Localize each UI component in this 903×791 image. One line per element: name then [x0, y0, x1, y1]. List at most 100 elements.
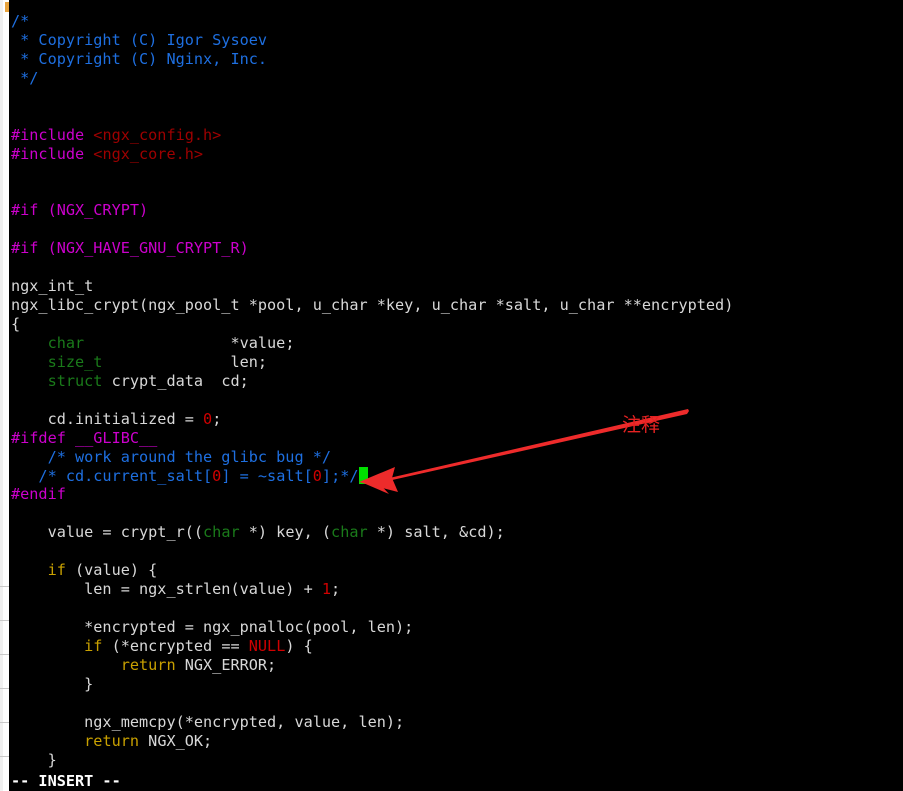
text-cursor [358, 466, 368, 484]
code-token-const: NULL [248, 636, 286, 655]
code-token-plain: } [11, 750, 57, 769]
code-line[interactable]: ngx_memcpy(*encrypted, value, len); [9, 713, 903, 732]
code-line[interactable]: ngx_int_t [9, 277, 903, 296]
page-edge-rule [0, 586, 9, 587]
code-token-plain: ; [331, 580, 341, 599]
code-line[interactable]: /* cd.current_salt[0] = ~salt[0];*/ [9, 466, 903, 486]
code-line[interactable] [9, 599, 903, 618]
code-token-type: struct [47, 371, 103, 390]
code-line[interactable]: return NGX_ERROR; [9, 656, 903, 675]
code-token-type: char [47, 333, 85, 352]
code-line[interactable]: { [9, 315, 903, 334]
code-line[interactable]: #if (NGX_HAVE_GNU_CRYPT_R) [9, 239, 903, 258]
code-line[interactable]: /* work around the glibc bug */ [9, 448, 903, 467]
code-token-stmt: return [120, 655, 176, 674]
code-token-comment: ] = ~salt[ [221, 466, 313, 485]
code-token-plain: NGX_OK; [139, 731, 213, 750]
code-line[interactable] [9, 164, 903, 183]
code-line[interactable] [9, 220, 903, 239]
code-line[interactable]: #include <ngx_core.h> [9, 145, 903, 164]
code-token-plain: value = crypt_r(( [11, 523, 204, 542]
vim-status-line: -- INSERT -- [9, 771, 903, 791]
code-token-type: char [331, 523, 368, 542]
code-line[interactable]: #if (NGX_CRYPT) [9, 201, 903, 220]
code-token-type: size_t [47, 352, 103, 371]
code-token-comment: /* cd.current_salt[ [11, 466, 213, 485]
code-line[interactable]: len = ngx_strlen(value) + 1; [9, 580, 903, 599]
code-token-stmt: return [84, 731, 140, 750]
code-token-prepro: #if (NGX_CRYPT) [11, 201, 149, 220]
code-line[interactable]: #endif [9, 485, 903, 504]
page-edge-rule [0, 654, 9, 655]
code-line[interactable]: ngx_libc_crypt(ngx_pool_t *pool, u_char … [9, 296, 903, 315]
code-token-plain: crypt_data cd; [102, 371, 249, 390]
page-edge-rule [0, 620, 9, 621]
code-token-comment: /* [11, 12, 30, 30]
code-token-plain: *encrypted = ngx_pnalloc(pool, len); [11, 618, 414, 636]
code-token-comment: ];*/ [321, 466, 359, 485]
code-token-plain: (value) { [65, 561, 158, 580]
code-token-plain: (*encrypted == [102, 636, 249, 655]
code-token-plain: ; [212, 409, 222, 428]
code-token-prepro: #endif [11, 485, 66, 504]
code-token-plain: { [11, 315, 21, 333]
code-token-number: 0 [203, 409, 213, 428]
code-token-plain: len; [102, 352, 268, 371]
code-line[interactable]: } [9, 751, 903, 770]
code-line[interactable]: * Copyright (C) Igor Sysoev [9, 31, 903, 50]
code-line[interactable]: } [9, 675, 903, 694]
code-token-plain: len = ngx_strlen(value) + [11, 580, 322, 599]
code-line[interactable]: #ifdef __GLIBC__ [9, 429, 903, 448]
code-token-plain: cd.initialized = [11, 409, 204, 428]
code-line[interactable]: char *value; [9, 334, 903, 353]
code-token-plain: ) { [285, 636, 313, 655]
code-line[interactable] [9, 391, 903, 410]
code-line[interactable] [9, 107, 903, 126]
code-line[interactable] [9, 542, 903, 561]
code-token-plain: *value; [84, 333, 295, 352]
annotation-label: 注释 [622, 414, 661, 436]
code-token-plain: ngx_libc_crypt(ngx_pool_t *pool, u_char … [11, 296, 734, 315]
code-token-plain: ngx_memcpy(*encrypted, value, len); [11, 712, 405, 731]
code-line[interactable]: * Copyright (C) Nginx, Inc. [9, 50, 903, 69]
code-token-string: <ngx_config.h> [93, 125, 222, 144]
code-line[interactable]: #include <ngx_config.h> [9, 126, 903, 145]
code-token-comment: /* work around the glibc bug */ [11, 447, 332, 466]
code-token-stmt: if [47, 561, 66, 580]
code-line[interactable] [9, 694, 903, 713]
code-line[interactable]: return NGX_OK; [9, 732, 903, 751]
code-line[interactable]: *encrypted = ngx_pnalloc(pool, len); [9, 618, 903, 637]
code-line[interactable]: value = crypt_r((char *) key, (char *) s… [9, 523, 903, 542]
code-token-comment: */ [11, 68, 39, 87]
code-line[interactable]: size_t len; [9, 353, 903, 372]
code-token-comment: * Copyright (C) Nginx, Inc. [11, 49, 268, 68]
code-buffer[interactable]: /* * Copyright (C) Igor Sysoev * Copyrig… [9, 12, 903, 770]
code-line[interactable]: if (*encrypted == NULL) { [9, 637, 903, 656]
vim-terminal-window[interactable]: /* * Copyright (C) Igor Sysoev * Copyrig… [9, 0, 903, 791]
code-line[interactable]: if (value) { [9, 561, 903, 580]
code-token-plain: *) key, ( [239, 523, 332, 542]
background-page-edge [0, 0, 9, 791]
code-line[interactable]: cd.initialized = 0; [9, 410, 903, 429]
code-line[interactable] [9, 258, 903, 277]
code-line[interactable] [9, 504, 903, 523]
code-token-prepro: #include [11, 144, 94, 163]
code-line[interactable]: /* [9, 12, 903, 31]
code-line[interactable]: */ [9, 69, 903, 88]
code-token-comment: * Copyright (C) Igor Sysoev [11, 30, 268, 49]
code-token-number: 0 [312, 466, 322, 485]
code-line[interactable]: struct crypt_data cd; [9, 372, 903, 391]
code-line[interactable] [9, 88, 903, 107]
page-edge-rule [0, 756, 9, 757]
code-token-number: 0 [212, 466, 222, 485]
code-token-prepro: #if (NGX_HAVE_GNU_CRYPT_R) [11, 239, 249, 258]
page-edge-rule [0, 688, 9, 689]
code-line[interactable] [9, 182, 903, 201]
code-token-prepro: #ifdef __GLIBC__ [11, 428, 158, 447]
